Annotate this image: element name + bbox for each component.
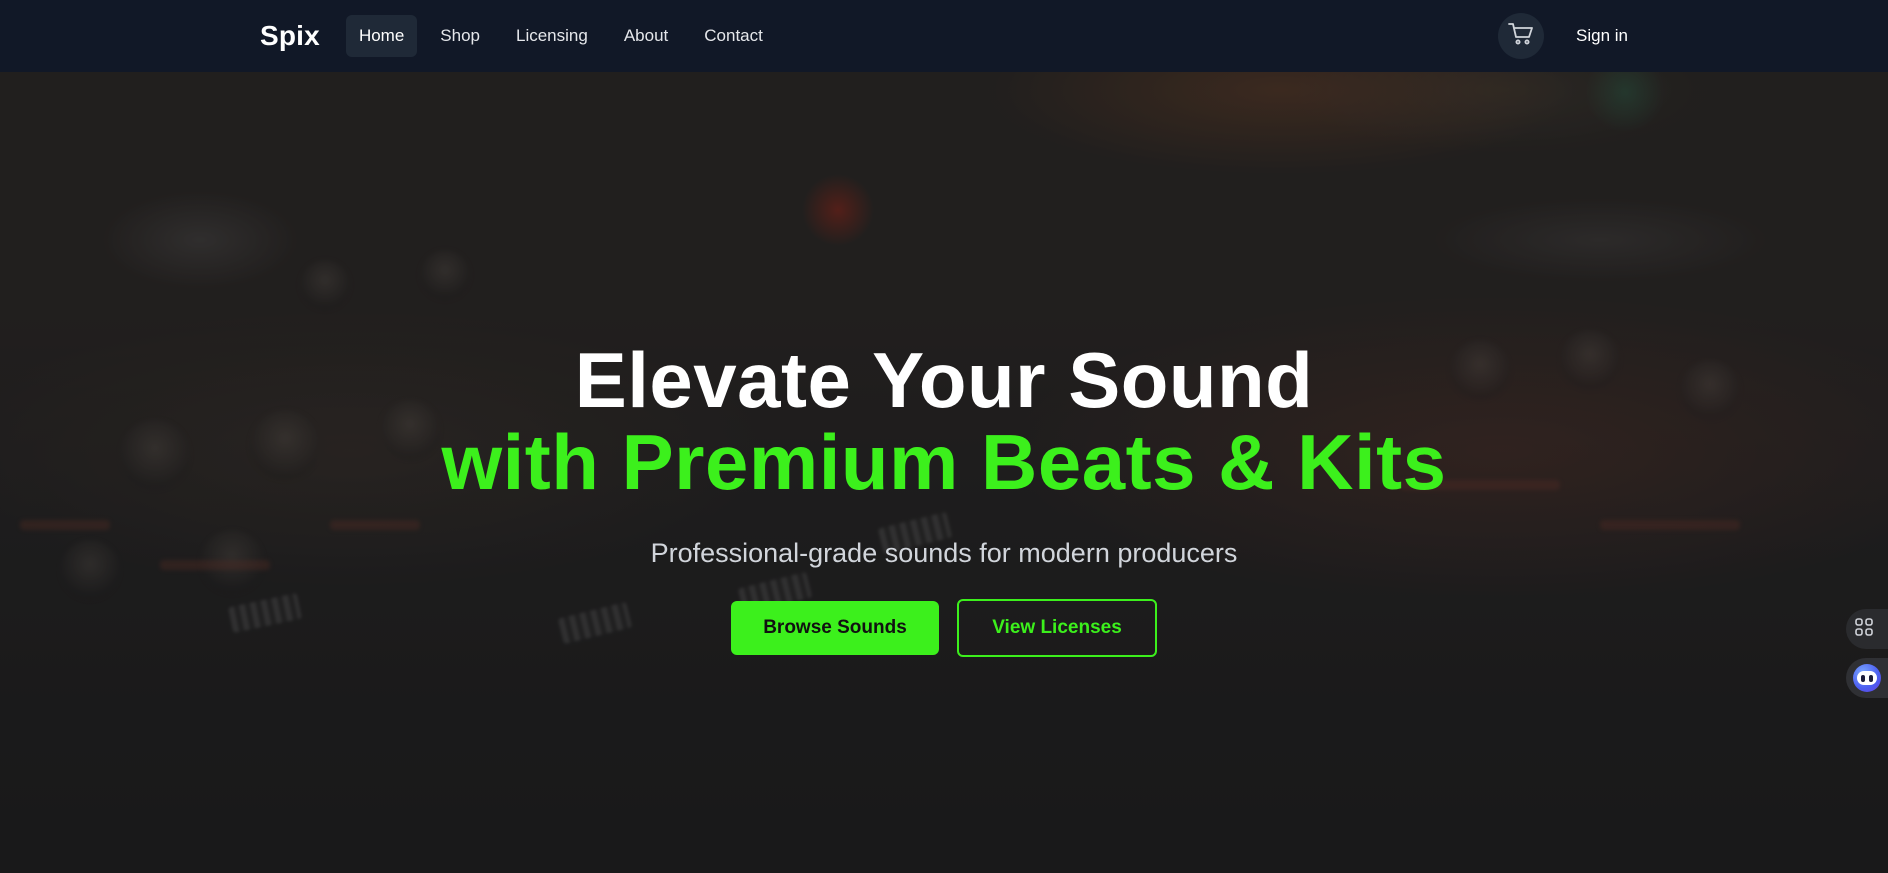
view-licenses-button[interactable]: View Licenses — [957, 599, 1157, 657]
sign-in-link[interactable]: Sign in — [1576, 26, 1628, 46]
nav-links: Home Shop Licensing About Contact — [345, 15, 776, 57]
hero-title: Elevate Your Sound with Premium Beats & … — [0, 340, 1888, 504]
ai-assistant-widget[interactable] — [1846, 658, 1888, 698]
navbar-container: Spix Home Shop Licensing About Contact S… — [260, 0, 1628, 72]
nav-actions: Sign in — [1498, 13, 1628, 59]
cart-button[interactable] — [1498, 13, 1545, 59]
hero-title-line1: Elevate Your Sound — [574, 336, 1314, 424]
hero-title-line2: with Premium Beats & Kits — [441, 418, 1447, 506]
browse-sounds-button[interactable]: Browse Sounds — [731, 601, 939, 655]
site-logo[interactable]: Spix — [260, 20, 320, 52]
nav-link-licensing[interactable]: Licensing — [503, 15, 601, 57]
top-navbar: Spix Home Shop Licensing About Contact S… — [0, 0, 1888, 72]
hero-buttons: Browse Sounds View Licenses — [0, 599, 1888, 657]
cart-icon — [1508, 22, 1534, 51]
ai-assistant-icon — [1853, 664, 1881, 692]
nav-link-home[interactable]: Home — [345, 15, 418, 57]
hero-section: Elevate Your Sound with Premium Beats & … — [0, 340, 1888, 657]
command-widget[interactable] — [1846, 609, 1888, 649]
command-icon — [1853, 616, 1875, 643]
hero-subtitle: Professional-grade sounds for modern pro… — [650, 538, 1238, 568]
nav-link-about[interactable]: About — [611, 15, 681, 57]
nav-link-contact[interactable]: Contact — [691, 15, 776, 57]
nav-link-shop[interactable]: Shop — [427, 15, 493, 57]
